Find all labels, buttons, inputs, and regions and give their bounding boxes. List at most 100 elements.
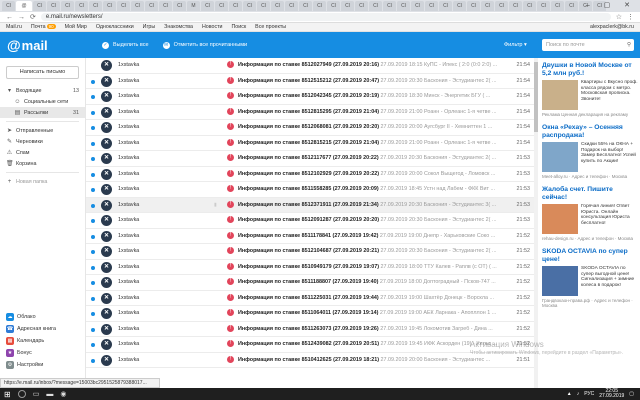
menu-icon[interactable]: ⋮ — [627, 13, 634, 21]
browser-tab[interactable]: Cl — [271, 1, 284, 11]
star-icon[interactable]: ☆ — [616, 13, 622, 21]
unread-dot-icon[interactable] — [91, 219, 95, 223]
browser-tab[interactable]: @ — [16, 1, 32, 11]
ad-block[interactable]: SKODA OCTAVIA по супер цене! SKODA OCTAVI… — [542, 248, 638, 308]
table-row[interactable]: ✕ 1xstavka! Информация по ставке 851094917… — [86, 260, 534, 275]
portal-link-all[interactable]: Все проекты — [255, 24, 286, 30]
browser-tab[interactable]: Cl — [285, 1, 298, 11]
browser-tab[interactable]: Cl — [495, 1, 508, 11]
ad-block[interactable]: Жалоба счет. Пишите сейчас! Горячая линия… — [542, 186, 638, 241]
important-icon[interactable]: ! — [227, 355, 234, 363]
select-all-action[interactable]: ✓ Выделить все — [102, 41, 149, 49]
ad-image[interactable] — [542, 142, 578, 172]
browser-tab[interactable]: Cl — [355, 1, 368, 11]
unread-dot-icon[interactable] — [91, 203, 95, 208]
table-row[interactable]: ✕ 1xstavka! Информация по ставке 851106401… — [86, 306, 534, 322]
clock[interactable]: 22:05 27.09.2019 — [599, 388, 624, 399]
folder-social[interactable]: ☺ Социальные сети — [0, 96, 85, 107]
important-icon[interactable]: ! — [227, 309, 234, 316]
portal-link-games[interactable]: Игры — [143, 24, 156, 30]
browser-tab[interactable]: Cl — [425, 1, 438, 11]
important-icon[interactable]: ! — [227, 324, 234, 332]
browser-tab[interactable]: Cl — [33, 1, 46, 11]
browser-tab[interactable]: Cl — [47, 1, 60, 11]
table-row[interactable]: ✕ 1xstavka! Информация по ставке 851206808… — [86, 120, 534, 136]
portal-link-news[interactable]: Новости — [202, 24, 223, 30]
table-row[interactable]: ✕ 1xstavka! Информация по ставке 851210292… — [86, 167, 534, 182]
important-icon[interactable]: ! — [227, 278, 234, 285]
important-icon[interactable]: ! — [227, 200, 234, 208]
important-icon[interactable]: ! — [227, 123, 234, 130]
table-row[interactable]: ✕ 1xstavka! Информация по ставке 851118880… — [86, 275, 534, 291]
important-icon[interactable]: ! — [227, 247, 234, 254]
important-icon[interactable]: ! — [227, 169, 234, 177]
folder-newsletter[interactable]: ▤ Рассылки 31 — [0, 107, 85, 118]
ad-image[interactable] — [542, 204, 578, 234]
browser-tab[interactable]: Cl — [565, 1, 578, 11]
browser-tab[interactable]: Cl — [117, 1, 130, 11]
important-icon[interactable]: ! — [227, 262, 234, 270]
table-row[interactable]: ✕ 1xstavka! Информация по ставке 851202794… — [86, 58, 534, 74]
browser-tab[interactable]: Cl — [439, 1, 452, 11]
unread-dot-icon[interactable] — [91, 327, 95, 332]
url-field[interactable]: e.mail.ru/newsletters/ — [40, 13, 611, 21]
unread-dot-icon[interactable] — [91, 358, 95, 363]
browser-tab[interactable]: Cl — [131, 1, 144, 11]
browser-tab[interactable]: Cl — [299, 1, 312, 11]
important-icon[interactable]: ! — [227, 293, 234, 301]
important-icon[interactable]: ! — [227, 61, 234, 68]
browser-tab[interactable]: Cl — [173, 1, 186, 11]
folder-inbox[interactable]: ▾ Входящие 13 — [0, 85, 85, 96]
important-icon[interactable]: ! — [227, 76, 234, 84]
mark-read-action[interactable]: ✉ Отметить все прочитанными — [162, 41, 247, 49]
important-icon[interactable]: ! — [227, 231, 234, 239]
ad-block[interactable]: Окна «Рехау» – Осенняя распродажа! Скидки… — [542, 124, 638, 179]
list-scrollbar[interactable] — [534, 58, 538, 388]
table-row[interactable]: ✕ 1xstavka! Информация по ставке 851210468… — [86, 244, 534, 260]
notifications-icon[interactable]: ▢ — [629, 391, 634, 397]
folder-spam[interactable]: ⚠ Спам — [0, 147, 85, 158]
important-icon[interactable]: ! — [227, 138, 234, 146]
ad-image[interactable] — [542, 80, 578, 110]
folder-sent[interactable]: ➤ Отправленные — [0, 125, 85, 136]
table-row[interactable]: ✕ 1xstavka! Информация по ставке 851281529… — [86, 105, 534, 120]
important-icon[interactable]: ! — [227, 340, 234, 347]
browser-tab[interactable]: Cl — [145, 1, 158, 11]
browser-tab[interactable]: Cl — [509, 1, 522, 11]
table-row[interactable]: ✕ 1xstavka! Информация по ставке 851155828… — [86, 182, 534, 198]
browser-tab[interactable]: Cl — [257, 1, 270, 11]
unread-dot-icon[interactable] — [91, 188, 95, 192]
filter-button[interactable]: Фильтр ▾ — [504, 42, 527, 48]
app-link-cloud[interactable]: ☁ Облако — [0, 311, 86, 323]
unread-dot-icon[interactable] — [91, 234, 95, 239]
browser-tab[interactable]: Cl — [89, 1, 102, 11]
table-row[interactable]: ✕ 1xstavka! Информация по ставке 851211767… — [86, 151, 534, 167]
unread-dot-icon[interactable] — [91, 296, 95, 301]
ad-title[interactable]: Двушки в Новой Москве от 5,2 млн руб.! — [542, 62, 638, 77]
ad-title[interactable]: Окна «Рехау» – Осенняя распродажа! — [542, 124, 638, 139]
browser-tab[interactable]: Cl — [453, 1, 466, 11]
window-controls[interactable]: – ▢ ✕ — [586, 1, 636, 9]
network-icon[interactable]: ▲ — [567, 391, 572, 397]
portal-link-search[interactable]: Поиск — [231, 24, 246, 30]
browser-tab[interactable]: Cl — [243, 1, 256, 11]
browser-tab[interactable]: M — [187, 1, 200, 11]
table-row[interactable]: ✕ 1xstavka! Информация по ставке 851204234… — [86, 89, 534, 105]
browser-tab[interactable]: Cl — [2, 1, 15, 11]
table-row[interactable]: ✕ 1xstavka! Информация по ставке 851209128… — [86, 213, 534, 229]
important-icon[interactable]: ! — [227, 216, 234, 223]
language-indicator[interactable]: РУС — [584, 391, 594, 397]
app-link-contacts[interactable]: ☎ Адресная книга — [0, 323, 86, 335]
table-row[interactable]: ✕ 1xstavka! Информация по ставке 851126307… — [86, 322, 534, 337]
portal-link-dating[interactable]: Знакомства — [164, 24, 193, 30]
table-row[interactable]: ✕ 1xstavka! Информация по ставке 851251521… — [86, 74, 534, 89]
chrome-icon[interactable]: ◉ — [60, 390, 66, 398]
volume-icon[interactable]: ♪ — [577, 391, 580, 397]
important-icon[interactable]: ! — [227, 107, 234, 115]
table-row[interactable]: ✕ 1xstavka! Информация по ставке 851117884… — [86, 229, 534, 244]
windows-start-icon[interactable]: ⊞ — [4, 390, 11, 399]
unread-dot-icon[interactable] — [91, 265, 95, 270]
compose-button[interactable]: Написать письмо — [6, 66, 79, 79]
reload-icon[interactable]: ⟳ — [30, 13, 36, 21]
browser-tab[interactable]: Cl — [369, 1, 382, 11]
